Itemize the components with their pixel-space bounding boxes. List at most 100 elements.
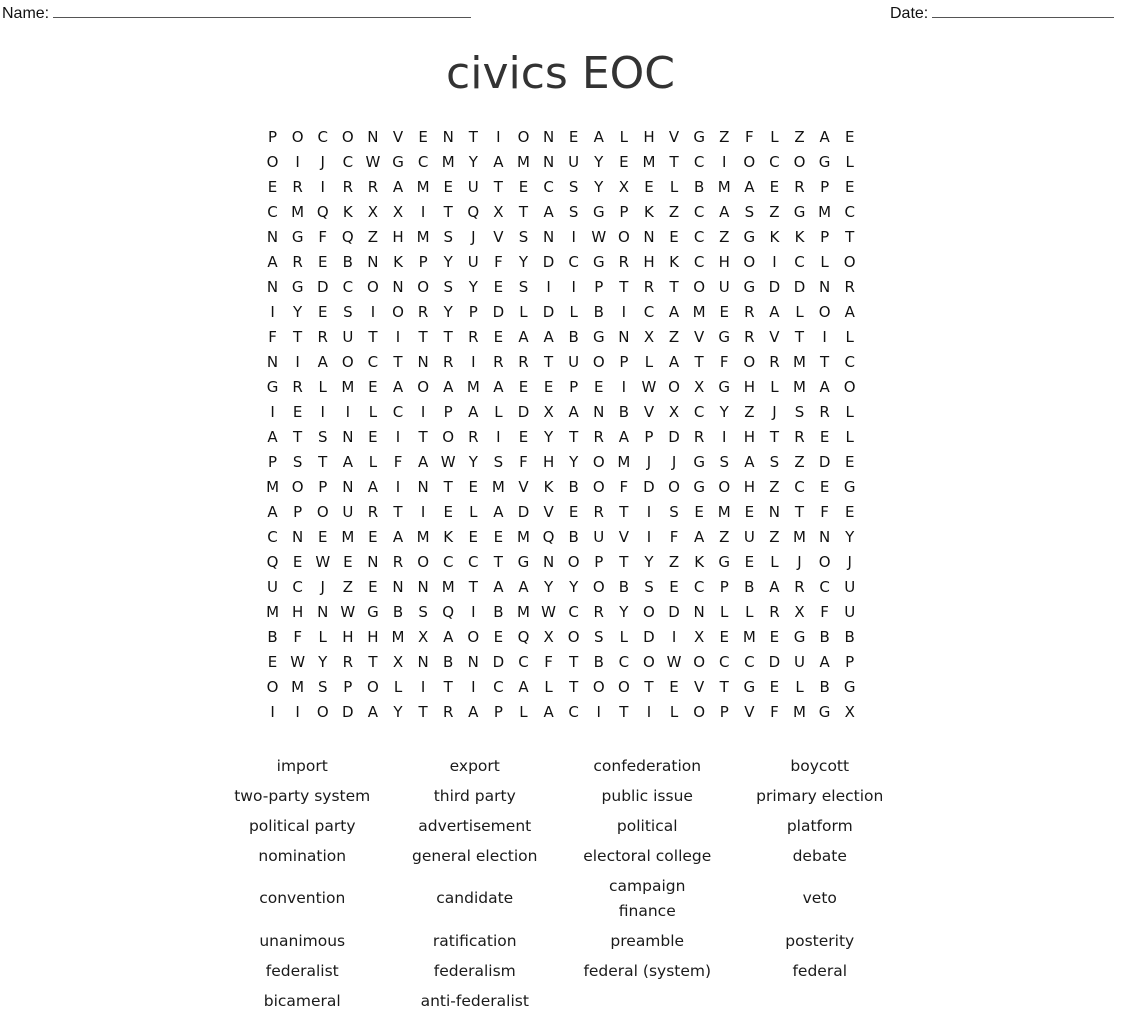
grid-letter[interactable]: R <box>335 650 360 675</box>
grid-letter[interactable]: G <box>586 200 611 225</box>
grid-letter[interactable]: G <box>712 325 737 350</box>
grid-letter[interactable]: J <box>461 225 486 250</box>
grid-letter[interactable]: B <box>385 600 410 625</box>
grid-letter[interactable]: I <box>360 300 385 325</box>
grid-letter[interactable]: D <box>511 400 536 425</box>
grid-letter[interactable]: J <box>636 450 661 475</box>
name-field[interactable]: Name: <box>2 3 472 23</box>
grid-letter[interactable]: T <box>385 500 410 525</box>
grid-letter[interactable]: N <box>611 325 636 350</box>
grid-letter[interactable]: I <box>310 400 335 425</box>
grid-letter[interactable]: Z <box>662 550 687 575</box>
grid-letter[interactable]: G <box>837 475 862 500</box>
grid-letter[interactable]: L <box>636 350 661 375</box>
grid-letter[interactable]: Y <box>436 250 461 275</box>
grid-letter[interactable]: E <box>636 175 661 200</box>
grid-letter[interactable]: H <box>385 225 410 250</box>
grid-letter[interactable]: A <box>536 700 561 725</box>
grid-letter[interactable]: V <box>762 325 787 350</box>
grid-letter[interactable]: L <box>461 500 486 525</box>
grid-letter[interactable]: A <box>812 375 837 400</box>
grid-letter[interactable]: V <box>385 125 410 150</box>
grid-letter[interactable]: T <box>385 350 410 375</box>
grid-letter[interactable]: E <box>662 575 687 600</box>
grid-letter[interactable]: K <box>636 200 661 225</box>
grid-letter[interactable]: N <box>436 125 461 150</box>
grid-letter[interactable]: D <box>762 275 787 300</box>
grid-letter[interactable]: A <box>461 700 486 725</box>
grid-letter[interactable]: K <box>762 225 787 250</box>
grid-letter[interactable]: O <box>787 150 812 175</box>
grid-letter[interactable]: L <box>787 300 812 325</box>
grid-letter[interactable]: R <box>310 325 335 350</box>
grid-letter[interactable]: O <box>360 275 385 300</box>
grid-letter[interactable]: Z <box>737 400 762 425</box>
grid-letter[interactable]: L <box>812 250 837 275</box>
grid-letter[interactable]: A <box>536 325 561 350</box>
grid-letter[interactable]: C <box>461 550 486 575</box>
grid-letter[interactable]: T <box>411 425 436 450</box>
grid-letter[interactable]: G <box>260 375 285 400</box>
grid-letter[interactable]: E <box>762 175 787 200</box>
grid-letter[interactable]: M <box>712 175 737 200</box>
grid-letter[interactable]: M <box>335 525 360 550</box>
name-blank-line[interactable] <box>53 3 472 18</box>
grid-letter[interactable]: S <box>411 600 436 625</box>
grid-letter[interactable]: V <box>611 525 636 550</box>
grid-letter[interactable]: R <box>285 375 310 400</box>
grid-letter[interactable]: A <box>511 675 536 700</box>
grid-letter[interactable]: D <box>787 275 812 300</box>
grid-letter[interactable]: C <box>787 250 812 275</box>
grid-letter[interactable]: M <box>411 225 436 250</box>
grid-letter[interactable]: I <box>285 150 310 175</box>
grid-letter[interactable]: G <box>787 625 812 650</box>
grid-letter[interactable]: R <box>787 575 812 600</box>
grid-letter[interactable]: T <box>285 325 310 350</box>
grid-letter[interactable]: R <box>687 425 712 450</box>
grid-letter[interactable]: B <box>586 650 611 675</box>
grid-letter[interactable]: X <box>837 700 862 725</box>
grid-letter[interactable]: A <box>812 125 837 150</box>
grid-letter[interactable]: E <box>360 375 385 400</box>
grid-letter[interactable]: N <box>536 150 561 175</box>
grid-letter[interactable]: Z <box>762 200 787 225</box>
grid-letter[interactable]: H <box>636 250 661 275</box>
grid-letter[interactable]: V <box>511 475 536 500</box>
grid-letter[interactable]: X <box>687 375 712 400</box>
grid-letter[interactable]: C <box>611 650 636 675</box>
grid-letter[interactable]: O <box>737 150 762 175</box>
grid-letter[interactable]: E <box>260 175 285 200</box>
grid-letter[interactable]: F <box>310 225 335 250</box>
grid-letter[interactable]: L <box>837 325 862 350</box>
grid-letter[interactable]: O <box>411 375 436 400</box>
grid-letter[interactable]: P <box>285 500 310 525</box>
grid-letter[interactable]: G <box>712 375 737 400</box>
grid-letter[interactable]: M <box>285 200 310 225</box>
grid-letter[interactable]: E <box>837 450 862 475</box>
grid-letter[interactable]: E <box>260 650 285 675</box>
grid-letter[interactable]: A <box>385 525 410 550</box>
grid-letter[interactable]: S <box>586 625 611 650</box>
grid-letter[interactable]: A <box>260 250 285 275</box>
grid-letter[interactable]: S <box>436 275 461 300</box>
grid-letter[interactable]: I <box>561 225 586 250</box>
grid-letter[interactable]: P <box>461 300 486 325</box>
grid-letter[interactable]: C <box>335 275 360 300</box>
grid-letter[interactable]: I <box>486 425 511 450</box>
grid-letter[interactable]: O <box>511 125 536 150</box>
grid-letter[interactable]: X <box>411 625 436 650</box>
grid-letter[interactable]: I <box>385 475 410 500</box>
grid-letter[interactable]: C <box>360 350 385 375</box>
grid-letter[interactable]: Y <box>461 275 486 300</box>
grid-letter[interactable]: U <box>335 500 360 525</box>
grid-letter[interactable]: T <box>360 325 385 350</box>
grid-letter[interactable]: G <box>687 475 712 500</box>
grid-letter[interactable]: F <box>611 475 636 500</box>
grid-letter[interactable]: T <box>360 650 385 675</box>
grid-letter[interactable]: A <box>611 425 636 450</box>
grid-letter[interactable]: C <box>285 575 310 600</box>
grid-letter[interactable]: T <box>561 675 586 700</box>
grid-letter[interactable]: Y <box>461 150 486 175</box>
grid-letter[interactable]: C <box>310 125 335 150</box>
grid-letter[interactable]: F <box>712 350 737 375</box>
